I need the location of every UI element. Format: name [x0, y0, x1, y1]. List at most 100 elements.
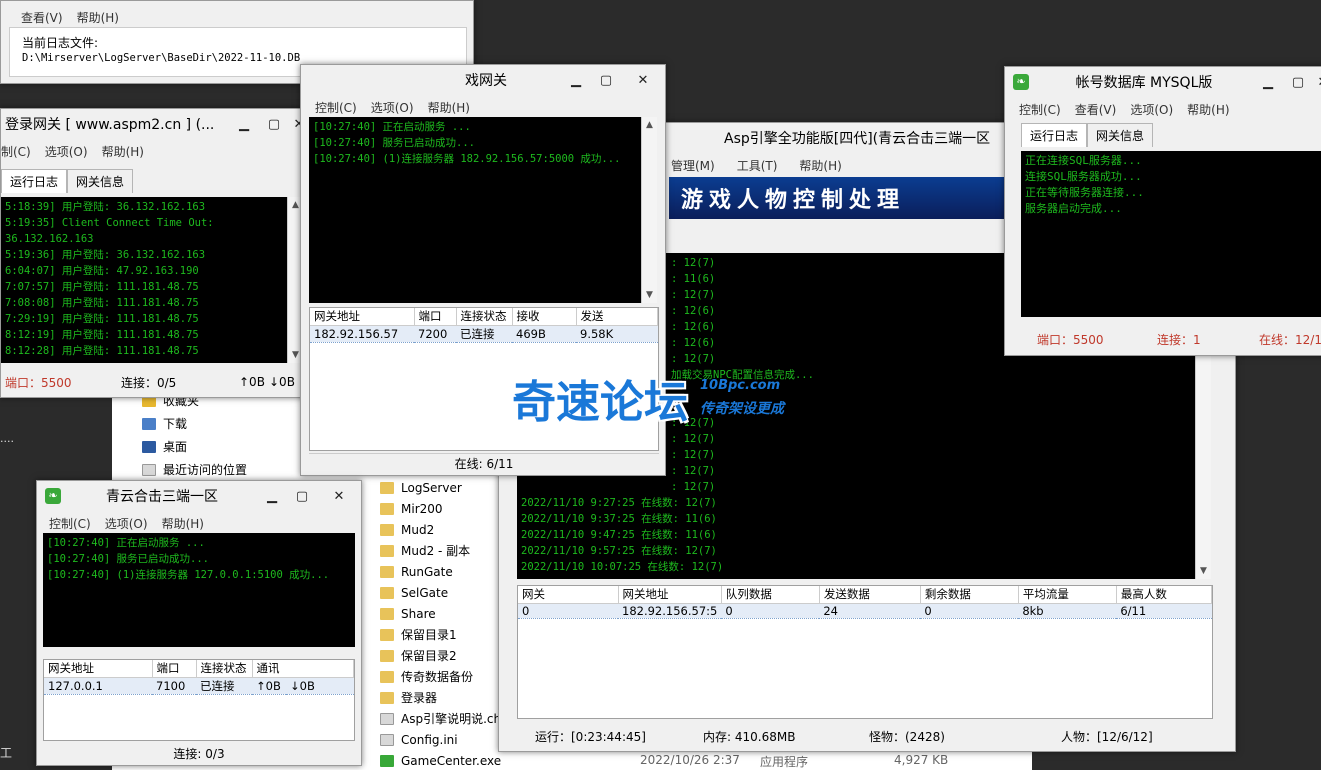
- menu-bar: 控制(C) 选项(O) 帮助(H): [315, 97, 665, 117]
- status-humans: 人物：[12/6/12]: [1061, 729, 1153, 744]
- menu-help[interactable]: 帮助(H): [162, 515, 204, 532]
- gate-table: 网关 网关地址 队列数据 发送数据 剩余数据 平均流量 最高人数 0 182.9…: [517, 585, 1213, 719]
- maximize-button[interactable]: ▢: [1283, 72, 1313, 92]
- desktop-text: ....: [0, 432, 14, 445]
- col-sent[interactable]: 发送数据: [819, 586, 921, 604]
- maximize-button[interactable]: ▢: [591, 70, 621, 90]
- menu-help[interactable]: 帮助(H): [77, 9, 119, 26]
- menu-help[interactable]: 帮助(H): [102, 143, 144, 160]
- scroll-up-icon[interactable]: ▲: [642, 117, 657, 133]
- tab-run-log[interactable]: 运行日志: [1, 169, 68, 193]
- menu-options[interactable]: 选项(O): [371, 99, 414, 116]
- minimize-button[interactable]: ▁: [561, 70, 591, 90]
- nav-item[interactable]: 桌面: [142, 436, 247, 457]
- minimize-button[interactable]: ▁: [1253, 72, 1283, 92]
- scroll-down-icon[interactable]: ▼: [642, 287, 657, 303]
- scrollbar[interactable]: ▲ ▼: [641, 117, 657, 303]
- col-port[interactable]: 端口: [414, 308, 457, 326]
- col-gate[interactable]: 网关: [518, 586, 619, 604]
- menu-help[interactable]: 帮助(H): [799, 157, 841, 174]
- col-port[interactable]: 端口: [152, 660, 197, 678]
- file-detail-row: 2022/10/26 2:37 应用程序 4,927 KB: [632, 752, 1032, 770]
- scroll-down-icon[interactable]: ▼: [1196, 563, 1211, 579]
- menu-bar: 控制(C) 查看(V) 选项(O) 帮助(H): [1019, 99, 1321, 119]
- col-recv[interactable]: 接收: [512, 308, 577, 326]
- status-connections: 连接：1: [1157, 332, 1201, 347]
- folder-icon: [380, 502, 394, 515]
- watermark-url: 10Bpc.com: [700, 378, 781, 393]
- table-row[interactable]: 0 182.92.156.57:5 0 24 0 8kb 6/11: [518, 602, 1212, 619]
- close-button[interactable]: ✕: [1313, 72, 1321, 92]
- status-memory: 内存: 410.68MB: [703, 729, 796, 744]
- log-file-path: D:\Mirserver\LogServer\BaseDir\2022-11-1…: [22, 52, 301, 64]
- title-bar: 戏网关 ▁ ▢ ✕: [301, 65, 665, 95]
- folder-icon: [380, 691, 394, 704]
- col-max-users[interactable]: 最高人数: [1116, 586, 1212, 604]
- menu-control[interactable]: 控制(C): [49, 515, 91, 532]
- folder-icon: [380, 628, 394, 641]
- folder-icon: [380, 565, 394, 578]
- col-send[interactable]: 发送: [576, 308, 658, 326]
- maximize-button[interactable]: ▢: [287, 486, 317, 506]
- col-remain[interactable]: 剩余数据: [920, 586, 1019, 604]
- folder-icon: [380, 523, 394, 536]
- menu-control[interactable]: 控制(C): [1019, 101, 1061, 118]
- menu-control[interactable]: 控制(C): [315, 99, 357, 116]
- minimize-button[interactable]: ▁: [257, 486, 287, 506]
- status-runtime: 运行：[0:23:44:45]: [535, 729, 646, 744]
- menu-help[interactable]: 帮助(H): [1187, 101, 1229, 118]
- nav-item[interactable]: 最近访问的位置: [142, 459, 247, 480]
- col-avg-flow[interactable]: 平均流量: [1018, 586, 1117, 604]
- menu-help[interactable]: 帮助(H): [428, 99, 470, 116]
- tab-gate-info[interactable]: 网关信息: [1087, 123, 1154, 147]
- close-button[interactable]: ✕: [317, 486, 361, 506]
- col-queue[interactable]: 队列数据: [721, 586, 820, 604]
- menu-bar: 控制(C) 选项(O) 帮助(H): [49, 513, 361, 533]
- minimize-button[interactable]: ▁: [229, 114, 259, 134]
- status-bar: 端口：5500 连接：1 在线：12/1: [1005, 327, 1321, 351]
- col-conn-state[interactable]: 连接状态: [196, 660, 253, 678]
- tab-run-log[interactable]: 运行日志: [1021, 123, 1088, 147]
- menu-view[interactable]: 查看(V): [21, 9, 63, 26]
- col-gate-address[interactable]: 网关地址: [618, 586, 722, 604]
- status-connections: 连接: 0/3: [173, 746, 225, 761]
- menu-view[interactable]: 查看(V): [1075, 101, 1117, 118]
- menu-control[interactable]: 制(C): [1, 143, 31, 160]
- col-traffic[interactable]: 通讯: [252, 660, 354, 678]
- file-date: 2022/10/26 2:37: [640, 753, 740, 767]
- menu-manage[interactable]: 管理(M): [671, 157, 715, 174]
- status-bar: 运行：[0:23:44:45] 内存: 410.68MB 怪物：(2428) 人…: [499, 725, 1235, 747]
- log-output: [10:27:40] 正在启动服务 ... [10:27:40] 服务已启动成功…: [309, 117, 641, 303]
- recent-places-icon: [142, 463, 156, 476]
- menu-bar: 查看(V) 帮助(H): [21, 7, 473, 27]
- title-bar: ❧ 帐号数据库 MYSQL版 ▁ ▢ ✕: [1005, 67, 1321, 97]
- menu-options[interactable]: 选项(O): [105, 515, 148, 532]
- explorer-nav: 收藏夹 下载 桌面 最近访问的位置: [142, 390, 247, 480]
- col-conn-state[interactable]: 连接状态: [456, 308, 513, 326]
- gate-table: 网关地址 端口 连接状态 通讯 127.0.0.1 7100 已连接 ↑0B ↓…: [43, 659, 355, 741]
- col-gate-address[interactable]: 网关地址: [310, 308, 415, 326]
- folder-icon: [380, 586, 394, 599]
- nav-item[interactable]: 下载: [142, 413, 247, 434]
- status-bar: 在线: 6/11: [309, 453, 659, 473]
- status-online: 在线：12/1: [1259, 332, 1321, 347]
- window-title: 戏网关: [465, 73, 507, 89]
- menu-options[interactable]: 选项(O): [1130, 101, 1173, 118]
- download-folder-icon: [142, 417, 156, 430]
- menu-tools[interactable]: 工具(T): [737, 157, 778, 174]
- status-online: 在线: 6/11: [454, 457, 514, 471]
- table-row[interactable]: 182.92.156.57 7200 已连接 469B 9.58K: [310, 324, 658, 343]
- tab-gate-info[interactable]: 网关信息: [67, 169, 134, 193]
- log-file-label: 当前日志文件:: [22, 36, 99, 50]
- config-file-icon: [380, 733, 394, 746]
- status-monsters: 怪物：(2428): [869, 729, 945, 744]
- table-row[interactable]: 127.0.0.1 7100 已连接 ↑0B ↓0B: [44, 676, 354, 695]
- file-row[interactable]: GameCenter.exe: [380, 750, 640, 770]
- logingate-window: 登录网关 [ www.aspm2.cn ] (... ▁ ▢ ✕ 制(C) 选项…: [0, 108, 310, 398]
- exe-icon: [380, 754, 394, 767]
- close-button[interactable]: ✕: [621, 70, 665, 90]
- window-title: 青云合击三端一区: [106, 489, 218, 505]
- maximize-button[interactable]: ▢: [259, 114, 289, 134]
- col-gate-address[interactable]: 网关地址: [44, 660, 153, 678]
- menu-options[interactable]: 选项(O): [45, 143, 88, 160]
